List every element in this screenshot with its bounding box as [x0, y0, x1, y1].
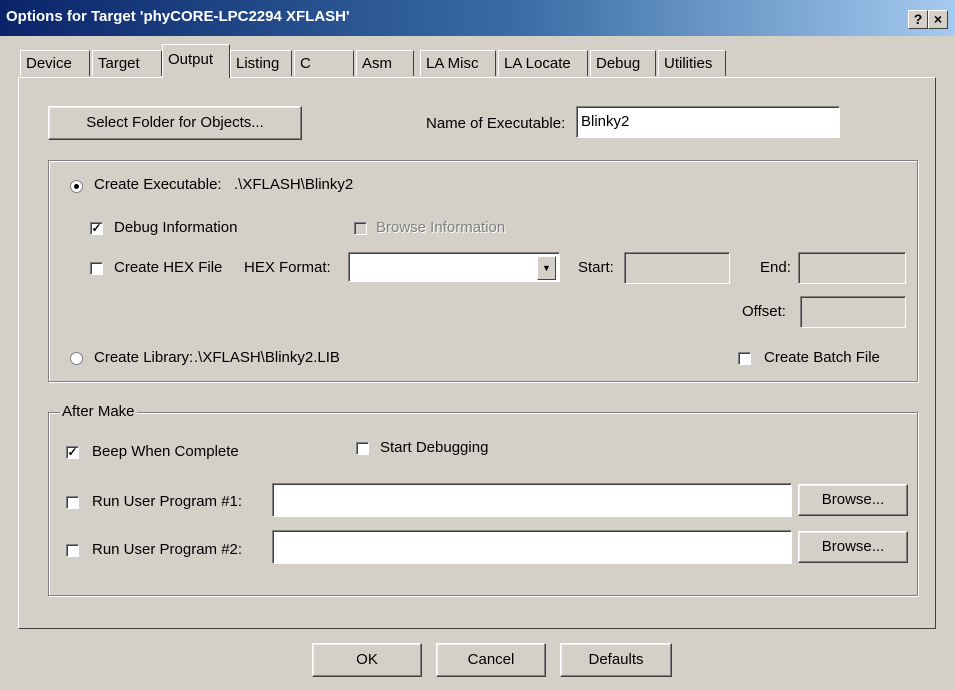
tab-debug[interactable]: Debug	[590, 50, 656, 76]
debug-information-checkbox[interactable]: ✓	[90, 222, 103, 235]
browse-button-2[interactable]: Browse...	[798, 531, 908, 563]
tab-target[interactable]: Target	[92, 50, 162, 76]
run-user-program-2-label: Run User Program #2:	[92, 541, 243, 558]
create-batch-file-checkbox[interactable]	[738, 352, 751, 365]
create-executable-path: .\XFLASH\Blinky2	[234, 176, 354, 193]
tab-la-locate[interactable]: LA Locate	[498, 50, 588, 76]
create-library-label: Create Library:	[94, 349, 194, 366]
after-make-legend: After Make	[60, 403, 137, 420]
name-of-executable-input[interactable]: Blinky2	[576, 106, 840, 138]
run-user-program-1-input[interactable]	[272, 483, 792, 517]
end-input	[798, 252, 906, 284]
run-user-program-2-checkbox[interactable]	[66, 544, 79, 557]
tab-asm[interactable]: Asm	[356, 50, 414, 76]
create-hex-label: Create HEX File	[114, 259, 223, 276]
beep-when-complete-label: Beep When Complete	[92, 443, 239, 460]
help-button[interactable]: ?	[908, 10, 928, 29]
chevron-down-icon[interactable]: ▼	[537, 256, 556, 280]
ok-button[interactable]: OK	[312, 643, 422, 677]
cancel-button[interactable]: Cancel	[436, 643, 546, 677]
create-library-radio[interactable]	[70, 352, 83, 365]
radio-dot	[74, 184, 79, 189]
create-executable-label: Create Executable:	[94, 176, 222, 193]
tab-la-misc[interactable]: LA Misc	[420, 50, 496, 76]
offset-input	[800, 296, 906, 328]
start-debugging-checkbox[interactable]	[356, 442, 369, 455]
create-executable-radio[interactable]	[70, 180, 83, 193]
offset-label: Offset:	[742, 303, 786, 320]
debug-information-label: Debug Information	[114, 219, 238, 236]
create-hex-checkbox[interactable]	[90, 262, 103, 275]
tab-utilities[interactable]: Utilities	[658, 50, 726, 76]
tab-listing[interactable]: Listing	[230, 50, 292, 76]
tab-c[interactable]: C	[294, 50, 354, 76]
start-label: Start:	[578, 259, 614, 276]
hex-format-select[interactable]: ▼	[348, 252, 560, 282]
select-folder-button[interactable]: Select Folder for Objects...	[48, 106, 302, 140]
create-batch-file-label: Create Batch File	[764, 349, 880, 366]
defaults-button[interactable]: Defaults	[560, 643, 672, 677]
run-user-program-2-input[interactable]	[272, 530, 792, 564]
start-input	[624, 252, 730, 284]
end-label: End:	[760, 259, 791, 276]
run-user-program-1-checkbox[interactable]	[66, 496, 79, 509]
browse-button-1[interactable]: Browse...	[798, 484, 908, 516]
window-title: Options for Target 'phyCORE-LPC2294 XFLA…	[6, 8, 350, 25]
beep-when-complete-checkbox[interactable]: ✓	[66, 446, 79, 459]
start-debugging-label: Start Debugging	[380, 439, 489, 456]
close-button[interactable]: ×	[928, 10, 948, 29]
name-of-executable-label: Name of Executable:	[426, 115, 566, 132]
tab-output[interactable]: Output	[162, 44, 230, 78]
browse-information-checkbox	[354, 222, 367, 235]
tab-device[interactable]: Device	[20, 50, 90, 76]
create-library-path: .\XFLASH\Blinky2.LIB	[194, 349, 340, 366]
run-user-program-1-label: Run User Program #1:	[92, 493, 243, 510]
browse-information-label: Browse Information	[376, 219, 506, 236]
hex-format-label: HEX Format:	[244, 259, 331, 276]
